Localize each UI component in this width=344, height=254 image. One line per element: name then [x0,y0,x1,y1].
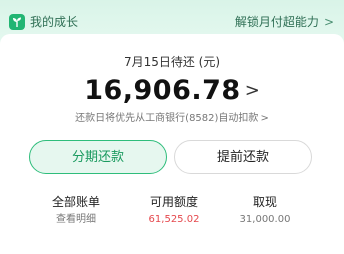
unlock-label: 解锁月付超能力 [234,15,319,29]
autopay-text: 还款日将优先从工商银行(8582)自动扣款 [75,113,259,124]
bill-card: 7月15日待还 (元) 16,906.78 > 还款日将优先从工商银行(8582)… [0,34,344,254]
chevron-right-icon: > [323,15,334,29]
available-credit-value: 61,525.02 [148,214,200,225]
chevron-right-icon: > [260,113,269,124]
all-bills-link[interactable]: 全部账单 查看明细 [50,194,102,227]
due-date-label: 7月15日待还 (元) [123,55,221,69]
all-bills-title: 全部账单 [51,195,100,209]
chevron-right-icon: > [244,80,260,101]
available-credit-title: 可用额度 [149,195,198,209]
available-credit[interactable]: 可用额度 61,525.02 [144,194,204,227]
sprout-icon [9,14,25,30]
growth-label[interactable]: 我的成长 [30,13,78,31]
cash-withdraw[interactable]: 取现 31,000.00 [235,194,295,227]
unlock-monthly-link[interactable]: 解锁月付超能力 > [235,13,334,31]
amount-row[interactable]: 16,906.78 > [0,74,344,111]
cash-withdraw-title: 取现 [252,195,277,209]
installment-button[interactable]: 分期还款 [29,140,167,174]
due-amount: 16,906.78 [84,75,241,106]
autopay-note[interactable]: 还款日将优先从工商银行(8582)自动扣款 > [0,112,344,126]
view-details-text: 查看明细 [56,214,96,225]
cash-withdraw-value: 31,000.00 [239,214,291,225]
prepay-button[interactable]: 提前还款 [174,140,312,174]
